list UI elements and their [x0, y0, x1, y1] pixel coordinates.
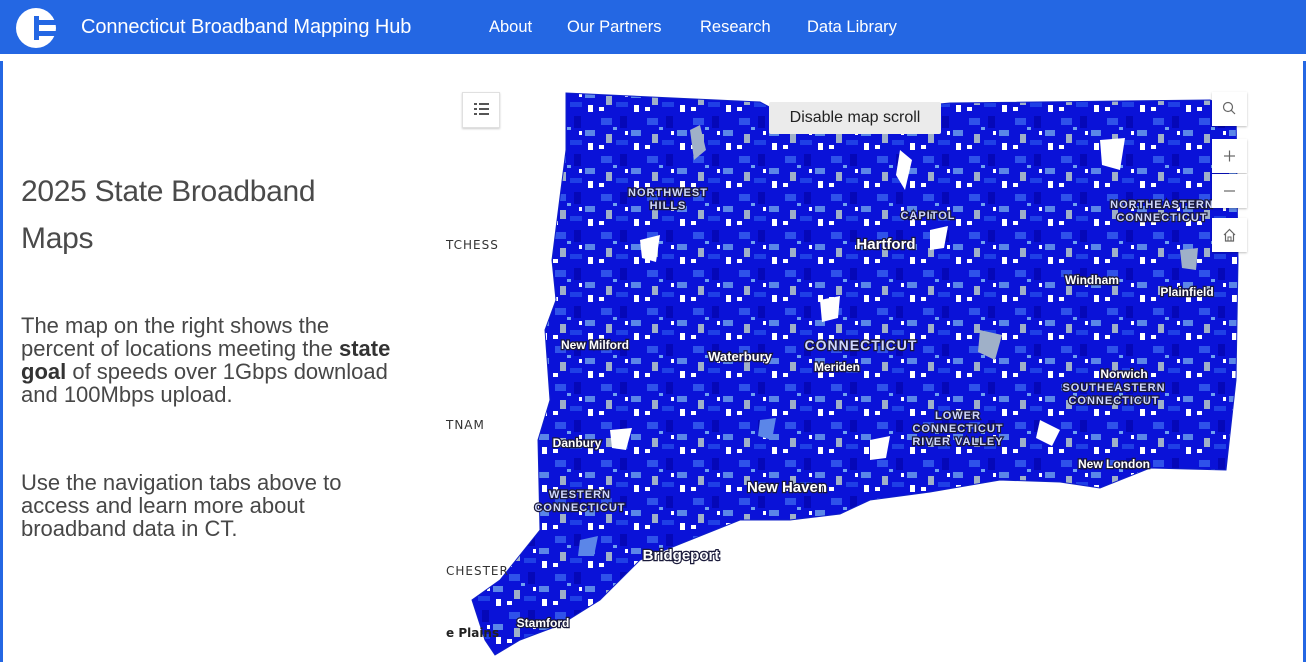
map-description: The map on the right shows the percent o…: [21, 314, 391, 406]
place-label: CONNECTICUT: [805, 337, 918, 353]
description-text-2: of speeds over 1Gbps download and 100Mbp…: [21, 359, 388, 407]
place-label: Windham: [1065, 273, 1119, 287]
place-label: Norwich: [1100, 367, 1147, 381]
place-label: RIVER VALLEY: [912, 436, 1003, 448]
place-label: Bridgeport: [643, 547, 720, 564]
place-label: CONNECTICUT: [1068, 395, 1159, 407]
left-border: [0, 61, 3, 662]
brand-title[interactable]: Connecticut Broadband Mapping Hub: [81, 16, 411, 39]
page-title: 2025 State Broadband Maps: [21, 175, 316, 255]
top-navigation-bar: Connecticut Broadband Mapping Hub About …: [0, 0, 1306, 54]
description-text-1: The map on the right shows the percent o…: [21, 313, 339, 361]
place-label: New Milford: [561, 338, 629, 352]
place-label: Stamford: [517, 616, 570, 630]
place-label: LOWER: [935, 410, 981, 422]
nav-research[interactable]: Research: [700, 18, 771, 37]
place-label: Hartford: [856, 236, 915, 253]
nav-data-library[interactable]: Data Library: [807, 18, 897, 37]
place-label: CONNECTICUT: [912, 423, 1003, 435]
ct-logo-icon[interactable]: [14, 6, 66, 50]
legend-list-icon: [474, 103, 489, 115]
place-label: HILLS: [650, 200, 687, 212]
home-icon: [1223, 228, 1236, 242]
home-button[interactable]: [1212, 218, 1247, 252]
edge-label: e Plains: [446, 626, 500, 640]
edge-label: CHESTER: [446, 564, 509, 578]
nav-our-partners[interactable]: Our Partners: [567, 18, 661, 37]
place-label: Danbury: [553, 436, 602, 450]
nav-about[interactable]: About: [489, 18, 532, 37]
disable-scroll-tooltip[interactable]: Disable map scroll: [769, 102, 941, 134]
place-label: NORTHEASTERN: [1110, 199, 1214, 211]
place-label: Meriden: [814, 360, 860, 374]
zoom-out-button[interactable]: [1212, 174, 1247, 208]
header-divider: [0, 54, 1306, 61]
edge-label: TCHESS: [446, 238, 499, 252]
place-label: WESTERN: [549, 489, 611, 501]
edge-label: TNAM: [446, 418, 485, 432]
broadband-map[interactable]: NORTHWEST HILLS CAPITOL Hartford NORTHEA…: [445, 61, 1303, 662]
place-label: New Haven: [747, 479, 827, 496]
place-label: NORTHWEST: [628, 187, 708, 199]
search-button[interactable]: [1212, 92, 1247, 126]
search-icon: [1222, 101, 1236, 115]
place-label: SOUTHEASTERN: [1062, 382, 1165, 394]
legend-toggle-button[interactable]: [462, 92, 500, 128]
minus-icon: [1224, 190, 1235, 192]
place-label: CONNECTICUT: [1116, 212, 1207, 224]
place-label: Plainfield: [1160, 285, 1213, 299]
place-label: CONNECTICUT: [534, 502, 625, 514]
zoom-in-button[interactable]: [1212, 139, 1247, 173]
plus-icon: [1224, 150, 1235, 162]
navigation-hint: Use the navigation tabs above to access …: [21, 470, 342, 541]
place-label: Waterbury: [708, 349, 773, 364]
place-label: New London: [1078, 457, 1150, 471]
place-label: CAPITOL: [900, 210, 955, 222]
connecticut-map[interactable]: NORTHWEST HILLS CAPITOL Hartford NORTHEA…: [445, 61, 1303, 662]
